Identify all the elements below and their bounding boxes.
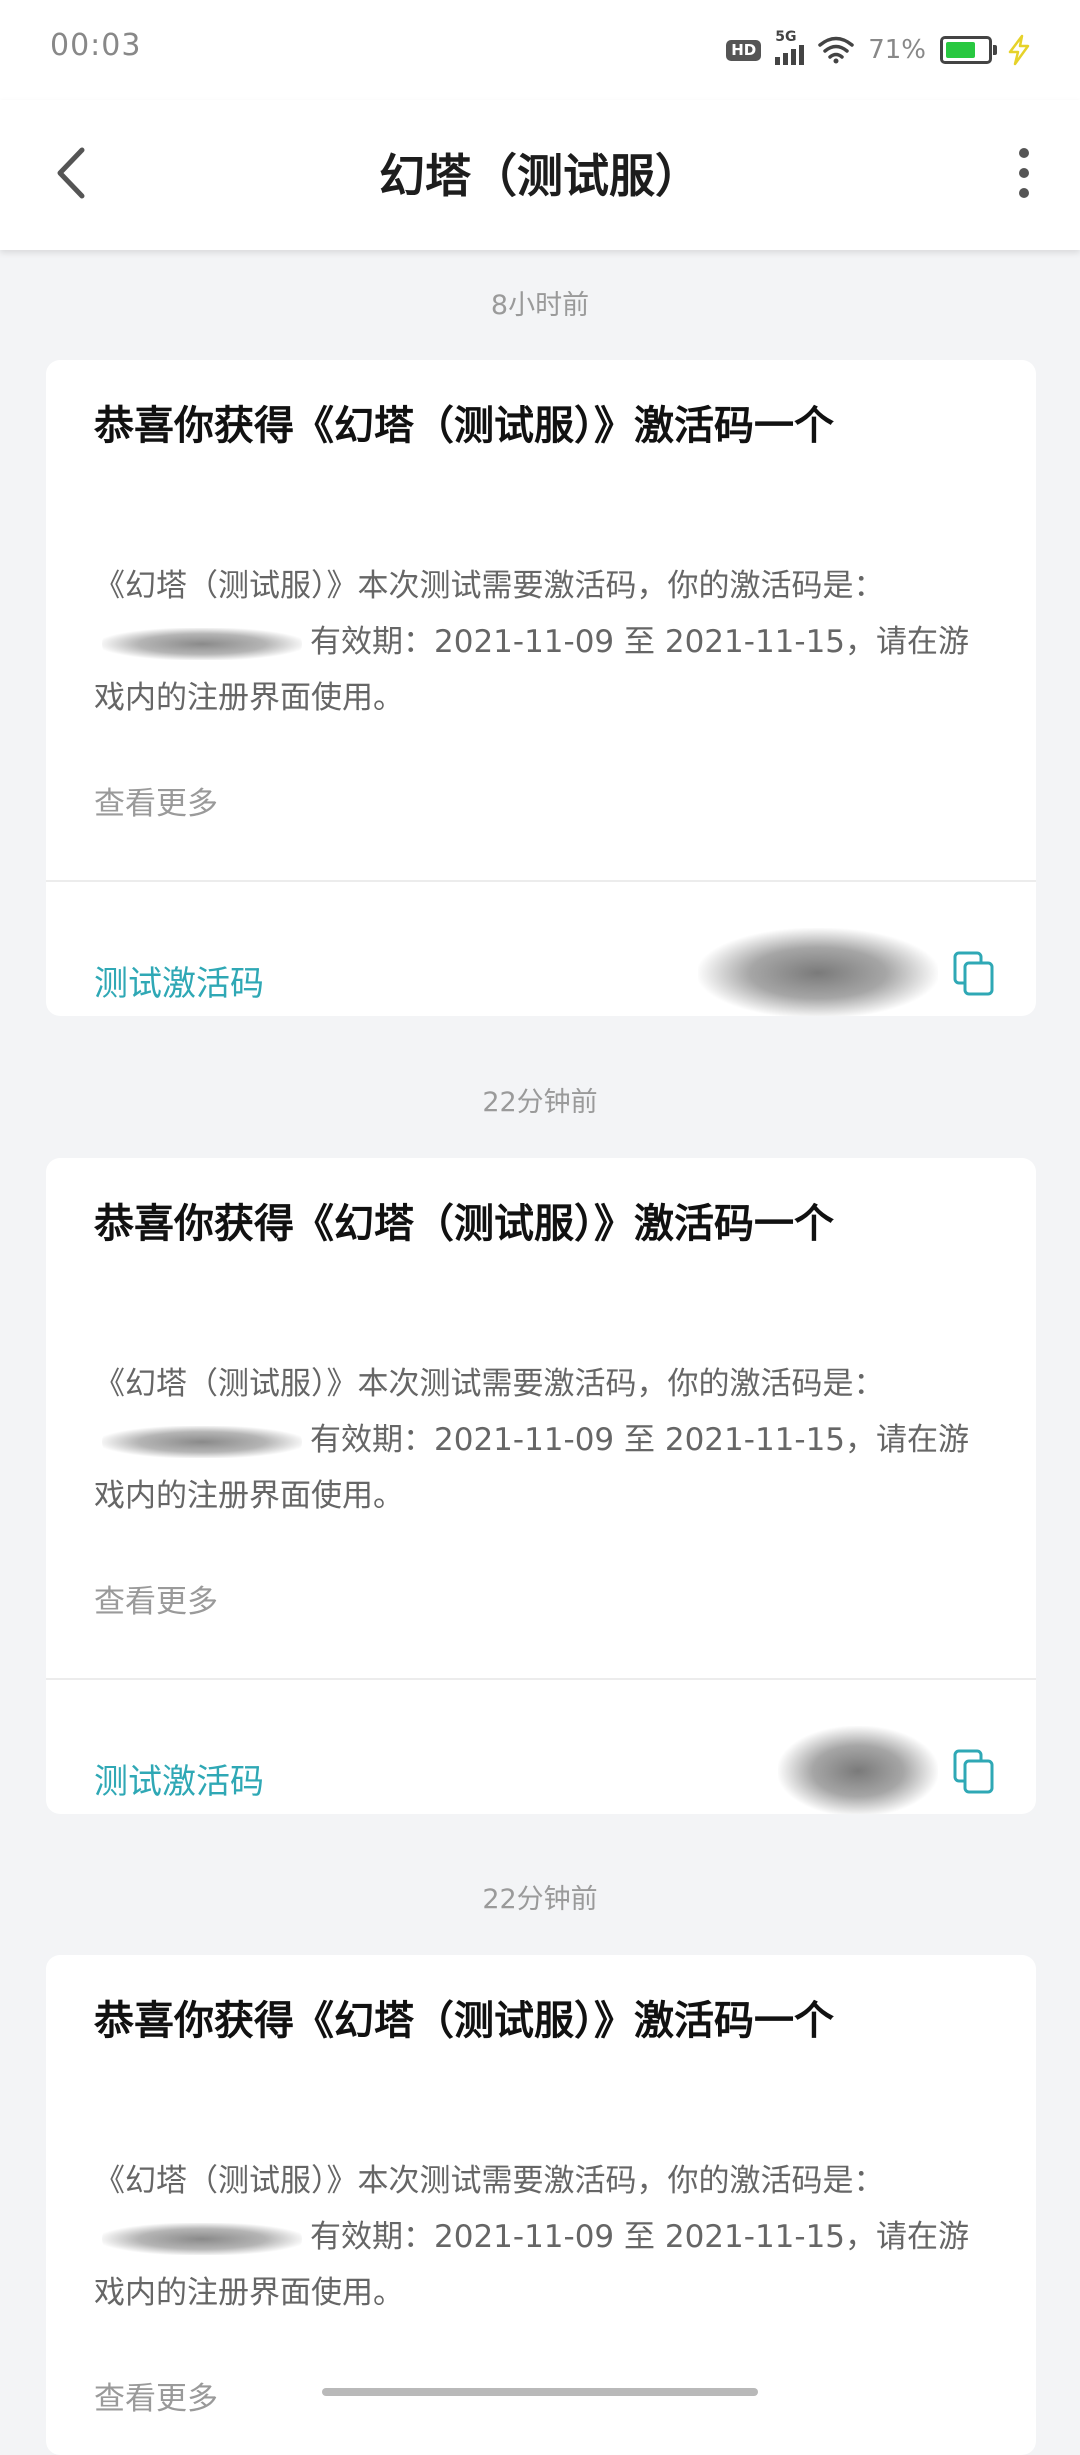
status-indicators: HD 5G 71% [726, 29, 1032, 70]
message-body: 《幻塔（测试服）》本次测试需要激活码，你的激活码是：有效期：2021-11-09… [94, 568, 970, 716]
copy-icon[interactable] [952, 1748, 996, 1796]
more-options-button[interactable] [994, 138, 1054, 208]
hd-badge: HD [726, 39, 762, 61]
message-card: 恭喜你获得《幻塔（测试服）》激活码一个 《幻塔（测试服）》本次测试需要激活码，你… [46, 360, 1036, 1016]
message-title: 恭喜你获得《幻塔（测试服）》激活码一个 [94, 403, 834, 449]
view-more-link[interactable]: 查看更多 [94, 1576, 218, 1621]
message-title: 恭喜你获得《幻塔（测试服）》激活码一个 [94, 1998, 834, 2044]
home-indicator[interactable] [322, 2388, 758, 2396]
charging-bolt-icon [1008, 34, 1030, 66]
status-time: 00:03 [50, 28, 142, 63]
battery-icon [940, 36, 997, 64]
redacted-activation-code [778, 1726, 938, 1814]
divider [46, 880, 1036, 882]
message-card: 恭喜你获得《幻塔（测试服）》激活码一个 《幻塔（测试服）》本次测试需要激活码，你… [46, 1158, 1036, 1814]
message-body: 《幻塔（测试服）》本次测试需要激活码，你的激活码是：有效期：2021-11-09… [94, 2163, 970, 2311]
message-title: 恭喜你获得《幻塔（测试服）》激活码一个 [94, 1201, 834, 1247]
view-more-link[interactable]: 查看更多 [94, 778, 218, 823]
view-more-link[interactable]: 查看更多 [94, 2373, 218, 2418]
page-title: 幻塔（测试服） [379, 149, 701, 203]
cellular-signal-icon: 5G [775, 29, 805, 65]
divider [46, 1678, 1036, 1680]
message-body: 《幻塔（测试服）》本次测试需要激活码，你的激活码是：有效期：2021-11-09… [94, 1366, 970, 1514]
copy-icon[interactable] [952, 950, 996, 998]
app-bar: 幻塔（测试服） [0, 100, 1080, 250]
message-timestamp: 8小时前 [490, 290, 590, 321]
activation-code-label: 测试激活码 [94, 964, 264, 1004]
message-timestamp: 22分钟前 [482, 1087, 598, 1118]
redacted-code [102, 1425, 302, 1458]
message-timestamp: 22分钟前 [482, 1884, 598, 1915]
redacted-activation-code [698, 928, 938, 1016]
redacted-code [102, 2222, 302, 2255]
status-bar: 00:03 HD 5G 71% [0, 0, 1080, 100]
network-type-label: 5G [775, 29, 797, 45]
wifi-icon [818, 36, 854, 64]
more-vertical-icon [1019, 148, 1029, 158]
activation-code-label: 测试激活码 [94, 1762, 264, 1802]
redacted-code [102, 627, 302, 660]
battery-percent: 71% [868, 35, 926, 65]
message-card: 恭喜你获得《幻塔（测试服）》激活码一个 《幻塔（测试服）》本次测试需要激活码，你… [46, 1955, 1036, 2455]
